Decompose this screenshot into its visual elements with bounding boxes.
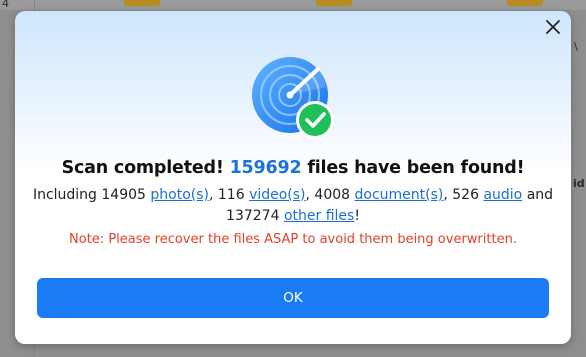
background-tab xyxy=(124,0,160,6)
title-prefix: Scan completed! xyxy=(61,158,230,178)
breakdown-text: ! xyxy=(354,207,360,224)
ok-button[interactable]: OK xyxy=(37,278,549,318)
file-breakdown: Including 14905 photo(s), 116 video(s), … xyxy=(15,185,571,226)
breakdown-line-1: Including 14905 photo(s), 116 video(s), … xyxy=(15,185,571,206)
scan-complete-icon xyxy=(252,57,334,139)
documents-link[interactable]: document(s) xyxy=(355,187,444,203)
breakdown-text: , 116 xyxy=(208,187,250,203)
dialog-title: Scan completed! 159692 files have been f… xyxy=(15,158,571,178)
background-text: id xyxy=(573,177,585,190)
background-text: 4 xyxy=(2,0,9,10)
background-tab xyxy=(316,0,352,6)
breakdown-text: , 526 xyxy=(443,187,484,203)
other-files-link[interactable]: other files xyxy=(284,208,354,224)
title-suffix: files have been found! xyxy=(301,158,525,178)
background-tab xyxy=(507,0,543,6)
background-text: \ xyxy=(574,40,578,53)
audio-link[interactable]: audio xyxy=(483,187,522,203)
close-icon xyxy=(546,20,560,34)
breakdown-line-2: 137274 other files! xyxy=(15,206,571,227)
scan-complete-dialog: Scan completed! 159692 files have been f… xyxy=(15,11,571,344)
photos-link[interactable]: photo(s) xyxy=(150,187,209,203)
close-button[interactable] xyxy=(543,17,563,37)
background-header xyxy=(0,0,586,10)
videos-link[interactable]: video(s) xyxy=(249,187,305,203)
breakdown-text: 137274 xyxy=(226,207,284,224)
breakdown-text: Including 14905 xyxy=(32,187,151,203)
overwrite-warning: Note: Please recover the files ASAP to a… xyxy=(69,232,517,247)
breakdown-text: and xyxy=(522,187,554,203)
files-found-count: 159692 xyxy=(229,158,302,178)
breakdown-text: , 4008 xyxy=(305,187,355,203)
